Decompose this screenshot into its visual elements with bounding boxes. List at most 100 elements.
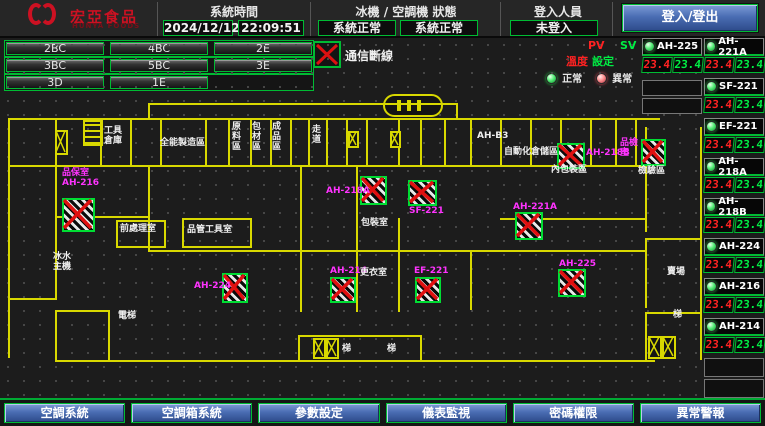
login-logout-button[interactable]: 登入/登出 (622, 4, 758, 32)
nav-button[interactable]: 儀表監視 (386, 403, 507, 423)
ahu-marker-label: AH-224 (194, 281, 231, 291)
unit-panel-ah-216[interactable]: AH-21623.423.4 (704, 278, 764, 313)
wall-segment (300, 250, 302, 312)
room-label: 自動化倉儲區 (504, 147, 558, 157)
room-label: 成品區 (270, 121, 280, 151)
hunya-logo-icon (28, 3, 62, 33)
unit-panel-ah-224[interactable]: AH-22423.423.4 (704, 238, 764, 273)
wall-segment (164, 220, 166, 248)
wall-segment (366, 120, 368, 165)
unit-name-row: EF-221 (704, 118, 764, 136)
wall-segment (182, 218, 252, 220)
ahu-marker-label: AH-221A (513, 202, 557, 212)
wall-segment (700, 127, 702, 360)
unit-name: AH-218B (718, 196, 763, 218)
unit-pv-value: 23.4 (703, 297, 734, 313)
room-label: 梯 (387, 344, 396, 354)
unit-values: 23.423.4 (704, 217, 764, 233)
stair-shaft-icon (313, 338, 326, 359)
unit-values: 23.423.4 (704, 177, 764, 193)
room-label: 前處理室 (120, 224, 156, 234)
nav-button[interactable]: 空調箱系統 (131, 403, 252, 423)
wall-segment (182, 218, 184, 248)
unit-panel-ah-221a[interactable]: AH-221A23.423.4 (704, 38, 764, 73)
room-label: 走道 (310, 124, 320, 144)
ahu-marker-ah-225[interactable] (558, 269, 586, 297)
unit-panel-ah-218a[interactable]: AH-218A23.423.4 (704, 158, 764, 193)
unit-name-row: AH-218A (704, 158, 764, 176)
wall-segment (290, 120, 292, 165)
stair-shaft-icon (662, 336, 676, 359)
plan-roof-shape (383, 94, 443, 117)
wall-segment (645, 238, 702, 240)
nav-button[interactable]: 參數設定 (258, 403, 379, 423)
ahu-marker-label: 品檢 室 (620, 138, 638, 158)
room-label: 品管工具室 (187, 225, 232, 235)
wall-segment (298, 335, 422, 337)
unit-sv-value: 23.4 (734, 57, 765, 73)
wall-segment (250, 218, 252, 248)
unit-name-row: AH-221A (704, 38, 764, 56)
ahu-marker-ah-214[interactable] (330, 277, 356, 303)
unit-name: AH-221A (718, 36, 763, 58)
login-user-label: 登入人員 (503, 3, 613, 20)
wall-segment (116, 246, 166, 248)
unit-panel-ah-218b[interactable]: AH-218B23.423.4 (704, 198, 764, 233)
unit-panel-ah-214[interactable]: AH-21423.423.4 (704, 318, 764, 353)
unit-pv-value: 23.4 (641, 57, 672, 73)
nav-button[interactable]: 空調系統 (4, 403, 125, 423)
stair-shaft-icon (390, 131, 401, 148)
ahu-marker-label: AH-218A (326, 186, 370, 196)
wall-segment (116, 220, 166, 222)
nav-button[interactable]: 異常警報 (640, 403, 761, 423)
unit-name-row: AH-218B (704, 198, 764, 216)
header-divider (612, 2, 613, 36)
ahu-marker-ah-221a[interactable] (515, 212, 543, 240)
wall-segment (55, 167, 57, 300)
unit-name-row: SF-221 (704, 78, 764, 96)
room-label: 梯 (342, 344, 351, 354)
wall-segment (590, 120, 592, 165)
wall-segment (356, 167, 358, 252)
unit-status-led-icon (706, 121, 717, 132)
wall-segment (420, 120, 422, 165)
unit-panel-ef-221[interactable]: EF-22123.423.4 (704, 118, 764, 153)
wall-segment (8, 118, 10, 358)
unit-values: 23.423.4 (704, 297, 764, 313)
wall-segment (55, 360, 655, 362)
ahu-marker-品檢室[interactable] (641, 139, 666, 166)
room-label: 包材區 (250, 121, 260, 151)
wall-segment (444, 120, 446, 165)
unit-name-row: AH-216 (704, 278, 764, 296)
ahu-marker-ah-216[interactable] (62, 198, 95, 232)
unit-status-led-icon (644, 41, 655, 52)
room-label: 檢驗區 (638, 166, 665, 176)
nav-button[interactable]: 密碼權限 (513, 403, 634, 423)
ahu-marker-ef-221[interactable] (415, 277, 441, 303)
unit-pv-value: 23.4 (703, 337, 734, 353)
room-label: AH-B3 (477, 131, 508, 141)
unit-panel-sf-221[interactable]: SF-22123.423.4 (704, 78, 764, 113)
unit-pv-value: 23.4 (703, 217, 734, 233)
wall-segment (8, 118, 660, 120)
unit-sv-value: 23.4 (734, 177, 765, 193)
room-label: 全能製造區 (160, 138, 205, 148)
unit-status-led-icon (706, 321, 717, 332)
unit-sv-value: 23.4 (734, 137, 765, 153)
unit-status-led-icon (706, 201, 716, 212)
wall-segment (298, 335, 300, 362)
wall-segment (326, 120, 328, 165)
ahu-marker-sf-221[interactable] (408, 180, 437, 206)
wall-segment (148, 103, 458, 105)
wall-segment (615, 120, 617, 165)
unit-name-row: AH-224 (704, 238, 764, 256)
empty-slot (642, 98, 702, 114)
unit-status-led-icon (706, 41, 716, 52)
unit-panel-ah-225[interactable]: AH-22523.423.4 (642, 38, 702, 73)
machine-status-label: 冰機 / 空調機 狀態 (313, 3, 499, 20)
empty-slot (704, 358, 764, 377)
unit-status-led-icon (706, 161, 716, 172)
system-time-label: 系統時間 (160, 3, 308, 20)
brand-name-en: HUNYA FOODS (72, 22, 140, 30)
ahu-marker-label: 品保室 AH-216 (62, 168, 99, 188)
